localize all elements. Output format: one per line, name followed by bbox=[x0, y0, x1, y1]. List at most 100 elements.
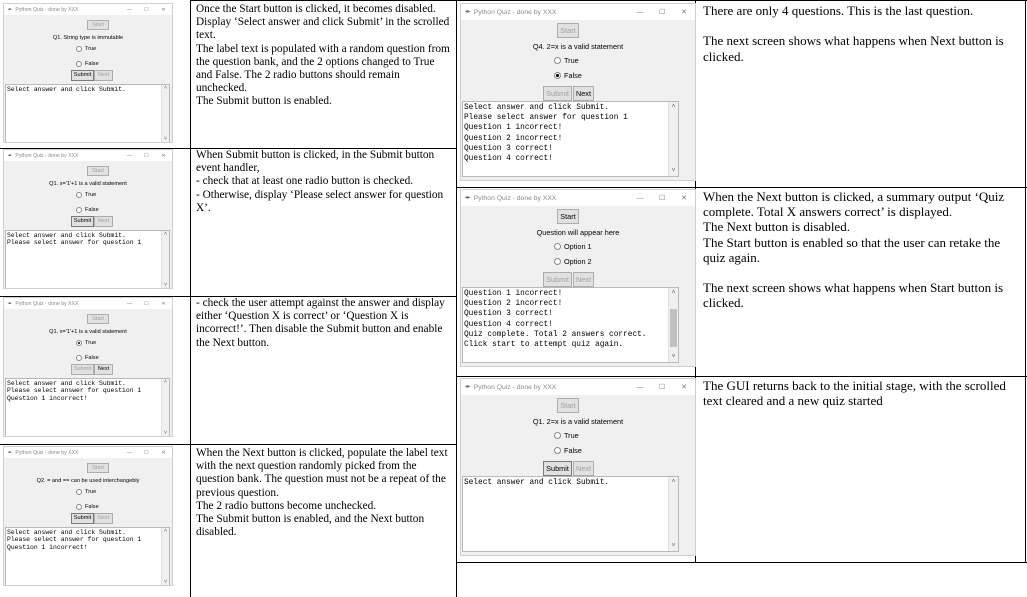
description-paragraph: The Next button is disabled. bbox=[703, 219, 850, 235]
option-1-radio[interactable]: True bbox=[554, 56, 579, 65]
scroll-up-icon[interactable]: ˄ bbox=[162, 379, 169, 386]
submit-button[interactable]: Submit bbox=[71, 364, 94, 375]
option-2-radio[interactable]: False bbox=[554, 71, 582, 80]
radio-indicator[interactable] bbox=[76, 355, 82, 361]
maximize-icon[interactable]: ☐ bbox=[138, 7, 155, 13]
scroll-down-icon[interactable]: ˅ bbox=[162, 579, 169, 585]
close-icon[interactable]: ✕ bbox=[673, 8, 695, 16]
submit-button[interactable]: Submit bbox=[543, 86, 572, 101]
start-button[interactable]: Start bbox=[87, 20, 109, 30]
start-button[interactable]: Start bbox=[87, 314, 109, 324]
close-icon[interactable]: ✕ bbox=[155, 153, 172, 159]
scroll-down-icon[interactable]: ˅ bbox=[162, 430, 169, 436]
output-scrolled-text[interactable]: Select answer and click Submit. Please se… bbox=[5, 230, 170, 288]
vertical-scrollbar[interactable]: ˄ ˅ bbox=[161, 231, 169, 288]
output-scrolled-text[interactable]: Question 1 incorrect! Question 2 incorrec… bbox=[462, 287, 679, 363]
scroll-down-icon[interactable]: ˅ bbox=[669, 166, 678, 176]
maximize-icon[interactable]: ☐ bbox=[138, 301, 155, 307]
start-button[interactable]: Start bbox=[557, 398, 579, 413]
next-button[interactable]: Next bbox=[94, 70, 113, 81]
vertical-scrollbar[interactable]: ˄ ˅ bbox=[161, 85, 169, 142]
option-1-radio[interactable]: True bbox=[76, 192, 96, 198]
maximize-icon[interactable]: ☐ bbox=[651, 383, 673, 391]
close-icon[interactable]: ✕ bbox=[673, 383, 695, 391]
radio-indicator[interactable] bbox=[76, 489, 82, 495]
radio-indicator[interactable] bbox=[76, 46, 82, 52]
option-1-radio[interactable]: True bbox=[76, 46, 96, 52]
output-scrolled-text[interactable]: Select answer and click Submit. Please se… bbox=[5, 527, 170, 585]
close-icon[interactable]: ✕ bbox=[155, 7, 172, 13]
scroll-up-icon[interactable]: ˄ bbox=[162, 528, 169, 535]
vertical-scrollbar[interactable]: ˄ ˅ bbox=[161, 379, 169, 436]
maximize-icon[interactable]: ☐ bbox=[651, 8, 673, 16]
minimize-icon[interactable]: — bbox=[121, 450, 138, 456]
radio-indicator[interactable] bbox=[76, 504, 82, 510]
output-scrolled-text[interactable]: Select answer and click Submit. ˄ ˅ bbox=[462, 476, 679, 552]
scroll-up-icon[interactable]: ˄ bbox=[669, 102, 678, 112]
next-button[interactable]: Next bbox=[573, 86, 594, 101]
next-button[interactable]: Next bbox=[94, 364, 113, 375]
close-icon[interactable]: ✕ bbox=[155, 450, 172, 456]
next-button[interactable]: Next bbox=[94, 513, 113, 524]
start-button[interactable]: Start bbox=[87, 166, 109, 176]
radio-indicator[interactable] bbox=[554, 72, 561, 79]
minimize-icon[interactable]: — bbox=[121, 301, 138, 307]
next-button[interactable]: Next bbox=[94, 216, 113, 227]
vertical-scrollbar[interactable]: ˄ ˅ bbox=[161, 528, 169, 585]
radio-indicator[interactable] bbox=[76, 340, 82, 346]
minimize-icon[interactable]: — bbox=[629, 195, 651, 202]
scroll-up-icon[interactable]: ˄ bbox=[669, 477, 678, 487]
option-2-radio[interactable]: False bbox=[554, 446, 582, 455]
option-1-radio[interactable]: True bbox=[76, 340, 96, 346]
start-button[interactable]: Start bbox=[557, 23, 579, 38]
option-2-radio[interactable]: False bbox=[76, 207, 99, 213]
maximize-icon[interactable]: ☐ bbox=[138, 153, 155, 159]
close-icon[interactable]: ✕ bbox=[155, 301, 172, 307]
radio-indicator[interactable] bbox=[554, 258, 561, 265]
next-button[interactable]: Next bbox=[573, 461, 594, 476]
vertical-scrollbar[interactable]: ˄ ˅ bbox=[668, 477, 678, 551]
scroll-down-icon[interactable]: ˅ bbox=[162, 136, 169, 142]
option-2-radio[interactable]: Option 2 bbox=[554, 257, 592, 266]
radio-indicator[interactable] bbox=[76, 192, 82, 198]
submit-button[interactable]: Submit bbox=[71, 70, 94, 81]
submit-button[interactable]: Submit bbox=[71, 513, 94, 524]
next-button[interactable]: Next bbox=[573, 272, 594, 287]
scroll-thumb[interactable] bbox=[670, 309, 677, 348]
minimize-icon[interactable]: — bbox=[629, 384, 651, 391]
output-scrolled-text[interactable]: Select answer and click Submit. Please se… bbox=[5, 378, 170, 436]
option-2-radio[interactable]: False bbox=[76, 355, 99, 361]
radio-indicator[interactable] bbox=[76, 61, 82, 67]
maximize-icon[interactable]: ☐ bbox=[138, 450, 155, 456]
vertical-scrollbar[interactable]: ˄ ˅ bbox=[668, 102, 678, 176]
start-button[interactable]: Start bbox=[87, 463, 109, 473]
start-button[interactable]: Start bbox=[557, 209, 579, 224]
minimize-icon[interactable]: — bbox=[629, 9, 651, 16]
output-scrolled-text[interactable]: Select answer and click Submit. ˄ ˅ bbox=[5, 84, 170, 142]
option-1-radio[interactable]: True bbox=[76, 489, 96, 495]
option-2-radio[interactable]: False bbox=[76, 504, 99, 510]
maximize-icon[interactable]: ☐ bbox=[651, 194, 673, 202]
scroll-down-icon[interactable]: ˅ bbox=[669, 352, 678, 362]
option-1-radio[interactable]: Option 1 bbox=[554, 242, 592, 251]
vertical-scrollbar[interactable]: ˄ ˅ bbox=[668, 288, 678, 362]
minimize-icon[interactable]: — bbox=[121, 153, 138, 159]
output-scrolled-text[interactable]: Select answer and click Submit. Please se… bbox=[462, 101, 679, 177]
radio-indicator[interactable] bbox=[76, 207, 82, 213]
minimize-icon[interactable]: — bbox=[121, 7, 138, 13]
scroll-down-icon[interactable]: ˅ bbox=[669, 541, 678, 551]
radio-indicator[interactable] bbox=[554, 243, 561, 250]
radio-indicator[interactable] bbox=[554, 432, 561, 439]
submit-button[interactable]: Submit bbox=[543, 461, 572, 476]
scroll-up-icon[interactable]: ˄ bbox=[162, 231, 169, 238]
close-icon[interactable]: ✕ bbox=[673, 194, 695, 202]
radio-indicator[interactable] bbox=[554, 447, 561, 454]
option-2-radio[interactable]: False bbox=[76, 61, 99, 67]
submit-button[interactable]: Submit bbox=[71, 216, 94, 227]
scroll-down-icon[interactable]: ˅ bbox=[162, 282, 169, 288]
submit-button[interactable]: Submit bbox=[543, 272, 572, 287]
radio-indicator[interactable] bbox=[554, 57, 561, 64]
scroll-up-icon[interactable]: ˄ bbox=[669, 288, 678, 298]
option-1-radio[interactable]: True bbox=[554, 431, 579, 440]
scroll-up-icon[interactable]: ˄ bbox=[162, 85, 169, 92]
